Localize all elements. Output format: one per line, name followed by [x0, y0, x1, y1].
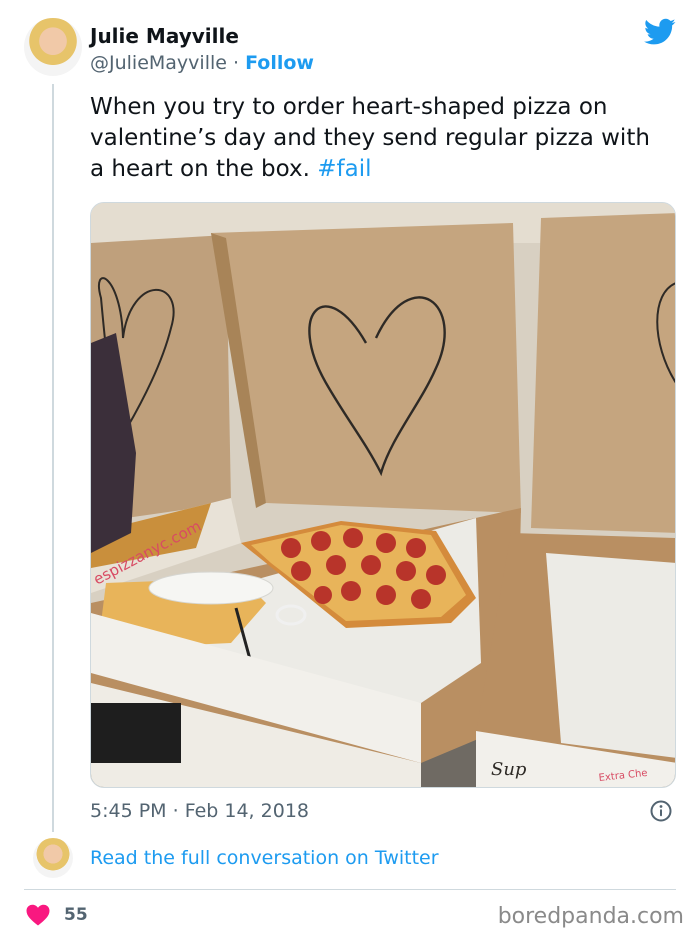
tweet-timestamp[interactable]: 5:45 PM · Feb 14, 2018: [90, 800, 309, 822]
author-handle-row: @JulieMayville · Follow: [90, 52, 314, 74]
like-count: 55: [64, 905, 88, 925]
thread-line: [52, 84, 54, 832]
heart-icon[interactable]: [26, 904, 50, 926]
pizza-boxes-photo: espizzanyc.com Sup Extra Che: [91, 203, 675, 787]
tweet-photo[interactable]: espizzanyc.com Sup Extra Che: [90, 202, 676, 788]
separator-dot: ·: [233, 52, 240, 74]
divider: [24, 889, 676, 890]
tweet-time: 5:45 PM: [90, 800, 167, 822]
tweet-text: When you try to order heart-shaped pizza…: [90, 92, 670, 185]
author-avatar-small[interactable]: [33, 838, 73, 878]
tweet-date: Feb 14, 2018: [184, 800, 309, 822]
author-avatar[interactable]: [24, 18, 82, 76]
info-icon[interactable]: [650, 800, 672, 822]
author-name[interactable]: Julie Mayville: [90, 24, 239, 48]
follow-button[interactable]: Follow: [245, 52, 314, 74]
author-handle[interactable]: @JulieMayville: [90, 52, 227, 74]
separator-dot: ·: [172, 800, 179, 822]
read-conversation-link[interactable]: Read the full conversation on Twitter: [90, 847, 439, 869]
box-handwriting: Sup: [491, 759, 527, 780]
twitter-bird-icon[interactable]: [644, 18, 676, 46]
boredpanda-watermark: boredpanda.com: [497, 904, 684, 929]
hashtag-link[interactable]: #fail: [317, 156, 371, 182]
